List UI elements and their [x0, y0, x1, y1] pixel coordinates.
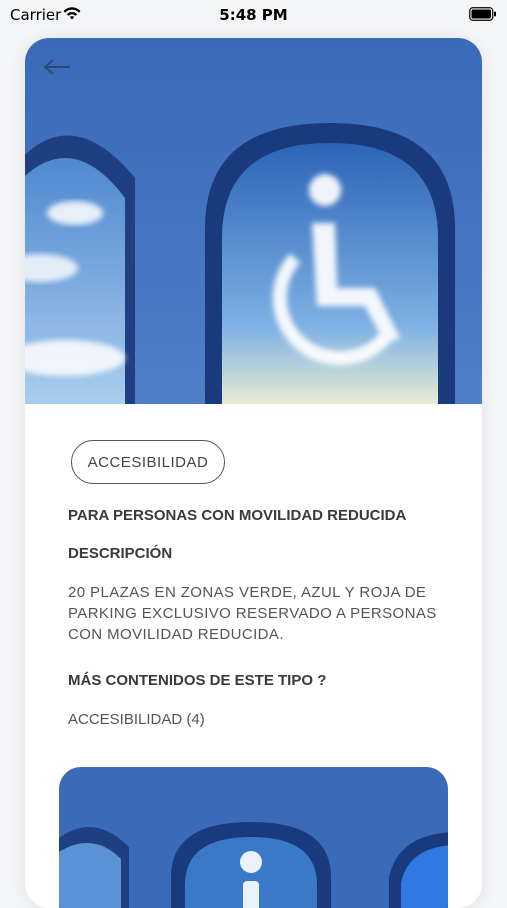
description-heading: DESCRIPCIÓN: [68, 545, 173, 562]
back-button[interactable]: [39, 52, 75, 82]
related-image: [59, 767, 448, 908]
content-title: PARA PERSONAS CON MOVILIDAD REDUCIDA: [68, 507, 407, 524]
hero-image: [25, 38, 482, 404]
status-bar: Carrier 5:48 PM: [0, 0, 507, 30]
category-tag[interactable]: ACCESIBILIDAD: [71, 440, 225, 484]
arrow-left-icon: [43, 59, 70, 75]
related-content-card[interactable]: [59, 767, 448, 908]
clock: 5:48 PM: [219, 6, 288, 24]
battery-icon: [469, 7, 497, 25]
more-content-link[interactable]: ACCESIBILIDAD (4): [68, 711, 205, 728]
more-content-heading: MÁS CONTENIDOS DE ESTE TIPO ?: [68, 672, 327, 689]
detail-card: ACCESIBILIDAD PARA PERSONAS CON MOVILIDA…: [25, 38, 482, 908]
description-text: 20 PLAZAS EN ZONAS VERDE, AZUL Y ROJA DE…: [68, 584, 437, 643]
